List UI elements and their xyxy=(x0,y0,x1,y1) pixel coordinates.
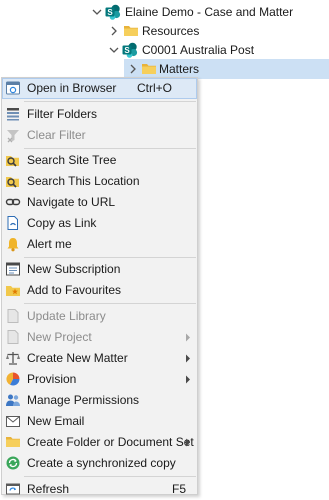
sharepoint-site-icon: S xyxy=(105,4,121,20)
tree-item-label: C0001 Australia Post xyxy=(142,43,255,57)
menu-item-label: Search Site Tree xyxy=(27,153,117,167)
menu-item-label: Manage Permissions xyxy=(27,393,140,407)
scales-icon xyxy=(6,352,20,365)
menu-item-label: New Email xyxy=(27,414,85,428)
menu-item-copy-as-link[interactable]: Copy as Link xyxy=(2,213,197,234)
copy-link-icon xyxy=(7,216,18,230)
subscription-icon xyxy=(6,262,20,276)
chevron-right-icon[interactable] xyxy=(128,64,138,74)
svg-text:S: S xyxy=(107,8,113,17)
menu-separator xyxy=(24,257,196,258)
menu-item-provision[interactable]: Provision xyxy=(2,369,197,390)
menu-separator xyxy=(24,303,196,304)
menu-item-label: Clear Filter xyxy=(27,128,86,142)
menu-item-label: Update Library xyxy=(27,309,106,323)
email-icon xyxy=(6,416,20,427)
menu-item-label: Open in Browser xyxy=(27,81,117,95)
menu-item-label: Refresh xyxy=(27,482,70,496)
tree-item-label: Resources xyxy=(142,24,200,38)
menu-separator xyxy=(24,148,196,149)
menu-item-shortcut: F5 xyxy=(172,482,187,496)
tree-item-matters[interactable]: Matters xyxy=(124,59,329,79)
tree-item-label: Matters xyxy=(159,62,200,76)
menu-item-label: Create New Matter xyxy=(27,351,128,365)
menu-item-search-this-location[interactable]: Search This Location xyxy=(2,171,197,192)
clear-filter-icon xyxy=(7,130,19,143)
menu-item-label: Create Folder or Document Set xyxy=(27,435,194,449)
project-icon xyxy=(7,330,19,344)
pie-icon xyxy=(6,372,20,386)
menu-separator xyxy=(24,101,196,102)
menu-item-search-site-tree[interactable]: Search Site Tree xyxy=(2,150,197,171)
folder-icon xyxy=(124,26,138,36)
menu-item-create-folder-or-document-set[interactable]: Create Folder or Document Set xyxy=(2,432,197,453)
search-site-icon xyxy=(6,156,19,167)
menu-item-new-project[interactable]: New Project xyxy=(2,327,197,348)
menu-item-alert-me[interactable]: Alert me xyxy=(2,234,197,255)
menu-item-manage-permissions[interactable]: Manage Permissions xyxy=(2,390,197,411)
menu-item-clear-filter[interactable]: Clear Filter xyxy=(2,125,197,146)
submenu-arrow-icon xyxy=(186,333,190,342)
chevron-down-icon[interactable] xyxy=(92,7,102,17)
submenu-arrow-icon xyxy=(186,354,190,363)
refresh-icon xyxy=(6,483,20,495)
menu-item-create-new-matter[interactable]: Create New Matter xyxy=(2,348,197,369)
menu-item-add-to-favourites[interactable]: Add to Favourites xyxy=(2,280,197,301)
menu-item-label: Search This Location xyxy=(27,174,140,188)
sync-icon xyxy=(6,456,20,470)
menu-item-label: New Subscription xyxy=(27,262,121,276)
menu-item-label: Alert me xyxy=(27,237,72,251)
search-location-icon xyxy=(6,177,19,188)
menu-item-new-subscription[interactable]: New Subscription xyxy=(2,259,197,280)
browser-icon xyxy=(6,81,20,95)
tree-item-c0001-australia-post[interactable]: S C0001 Australia Post xyxy=(109,40,329,60)
link-icon xyxy=(5,198,21,206)
svg-text:S: S xyxy=(124,46,130,55)
menu-item-label: Filter Folders xyxy=(27,107,98,121)
tree-item-resources[interactable]: Resources xyxy=(109,21,329,41)
submenu-arrow-icon xyxy=(186,438,190,447)
tree-item-label: Elaine Demo - Case and Matter xyxy=(125,5,294,19)
context-menu: Open in Browser Ctrl+O Filter Folders Cl… xyxy=(1,77,198,496)
menu-item-new-email[interactable]: New Email xyxy=(2,411,197,432)
menu-item-label: Provision xyxy=(27,372,77,386)
folder-icon xyxy=(6,437,20,447)
menu-item-navigate-to-url[interactable]: Navigate to URL xyxy=(2,192,197,213)
menu-item-update-library[interactable]: Update Library xyxy=(2,306,197,327)
library-icon xyxy=(7,309,19,323)
people-icon xyxy=(6,394,20,406)
menu-item-shortcut: Ctrl+O xyxy=(137,81,173,95)
menu-separator xyxy=(24,476,196,477)
submenu-arrow-icon xyxy=(186,375,190,384)
chevron-down-icon[interactable] xyxy=(109,45,119,55)
folder-icon xyxy=(142,64,156,74)
menu-item-create-synchronized-copy[interactable]: Create a synchronized copy xyxy=(2,453,197,474)
menu-item-label: Add to Favourites xyxy=(27,283,122,297)
menu-item-open-in-browser[interactable]: Open in Browser Ctrl+O xyxy=(2,78,197,99)
menu-item-label: Copy as Link xyxy=(27,216,97,230)
filter-icon xyxy=(7,108,19,121)
menu-item-label: Create a synchronized copy xyxy=(27,456,176,470)
chevron-right-icon[interactable] xyxy=(109,26,119,36)
menu-item-label: New Project xyxy=(27,330,92,344)
menu-item-label: Navigate to URL xyxy=(27,195,116,209)
menu-item-filter-folders[interactable]: Filter Folders xyxy=(2,104,197,125)
menu-item-refresh[interactable]: Refresh F5 xyxy=(2,479,197,500)
tree-item-elaine-demo[interactable]: S Elaine Demo - Case and Matter xyxy=(92,2,329,22)
favourite-folder-icon xyxy=(6,286,20,296)
sharepoint-site-icon: S xyxy=(122,42,138,58)
bell-icon xyxy=(7,238,19,252)
